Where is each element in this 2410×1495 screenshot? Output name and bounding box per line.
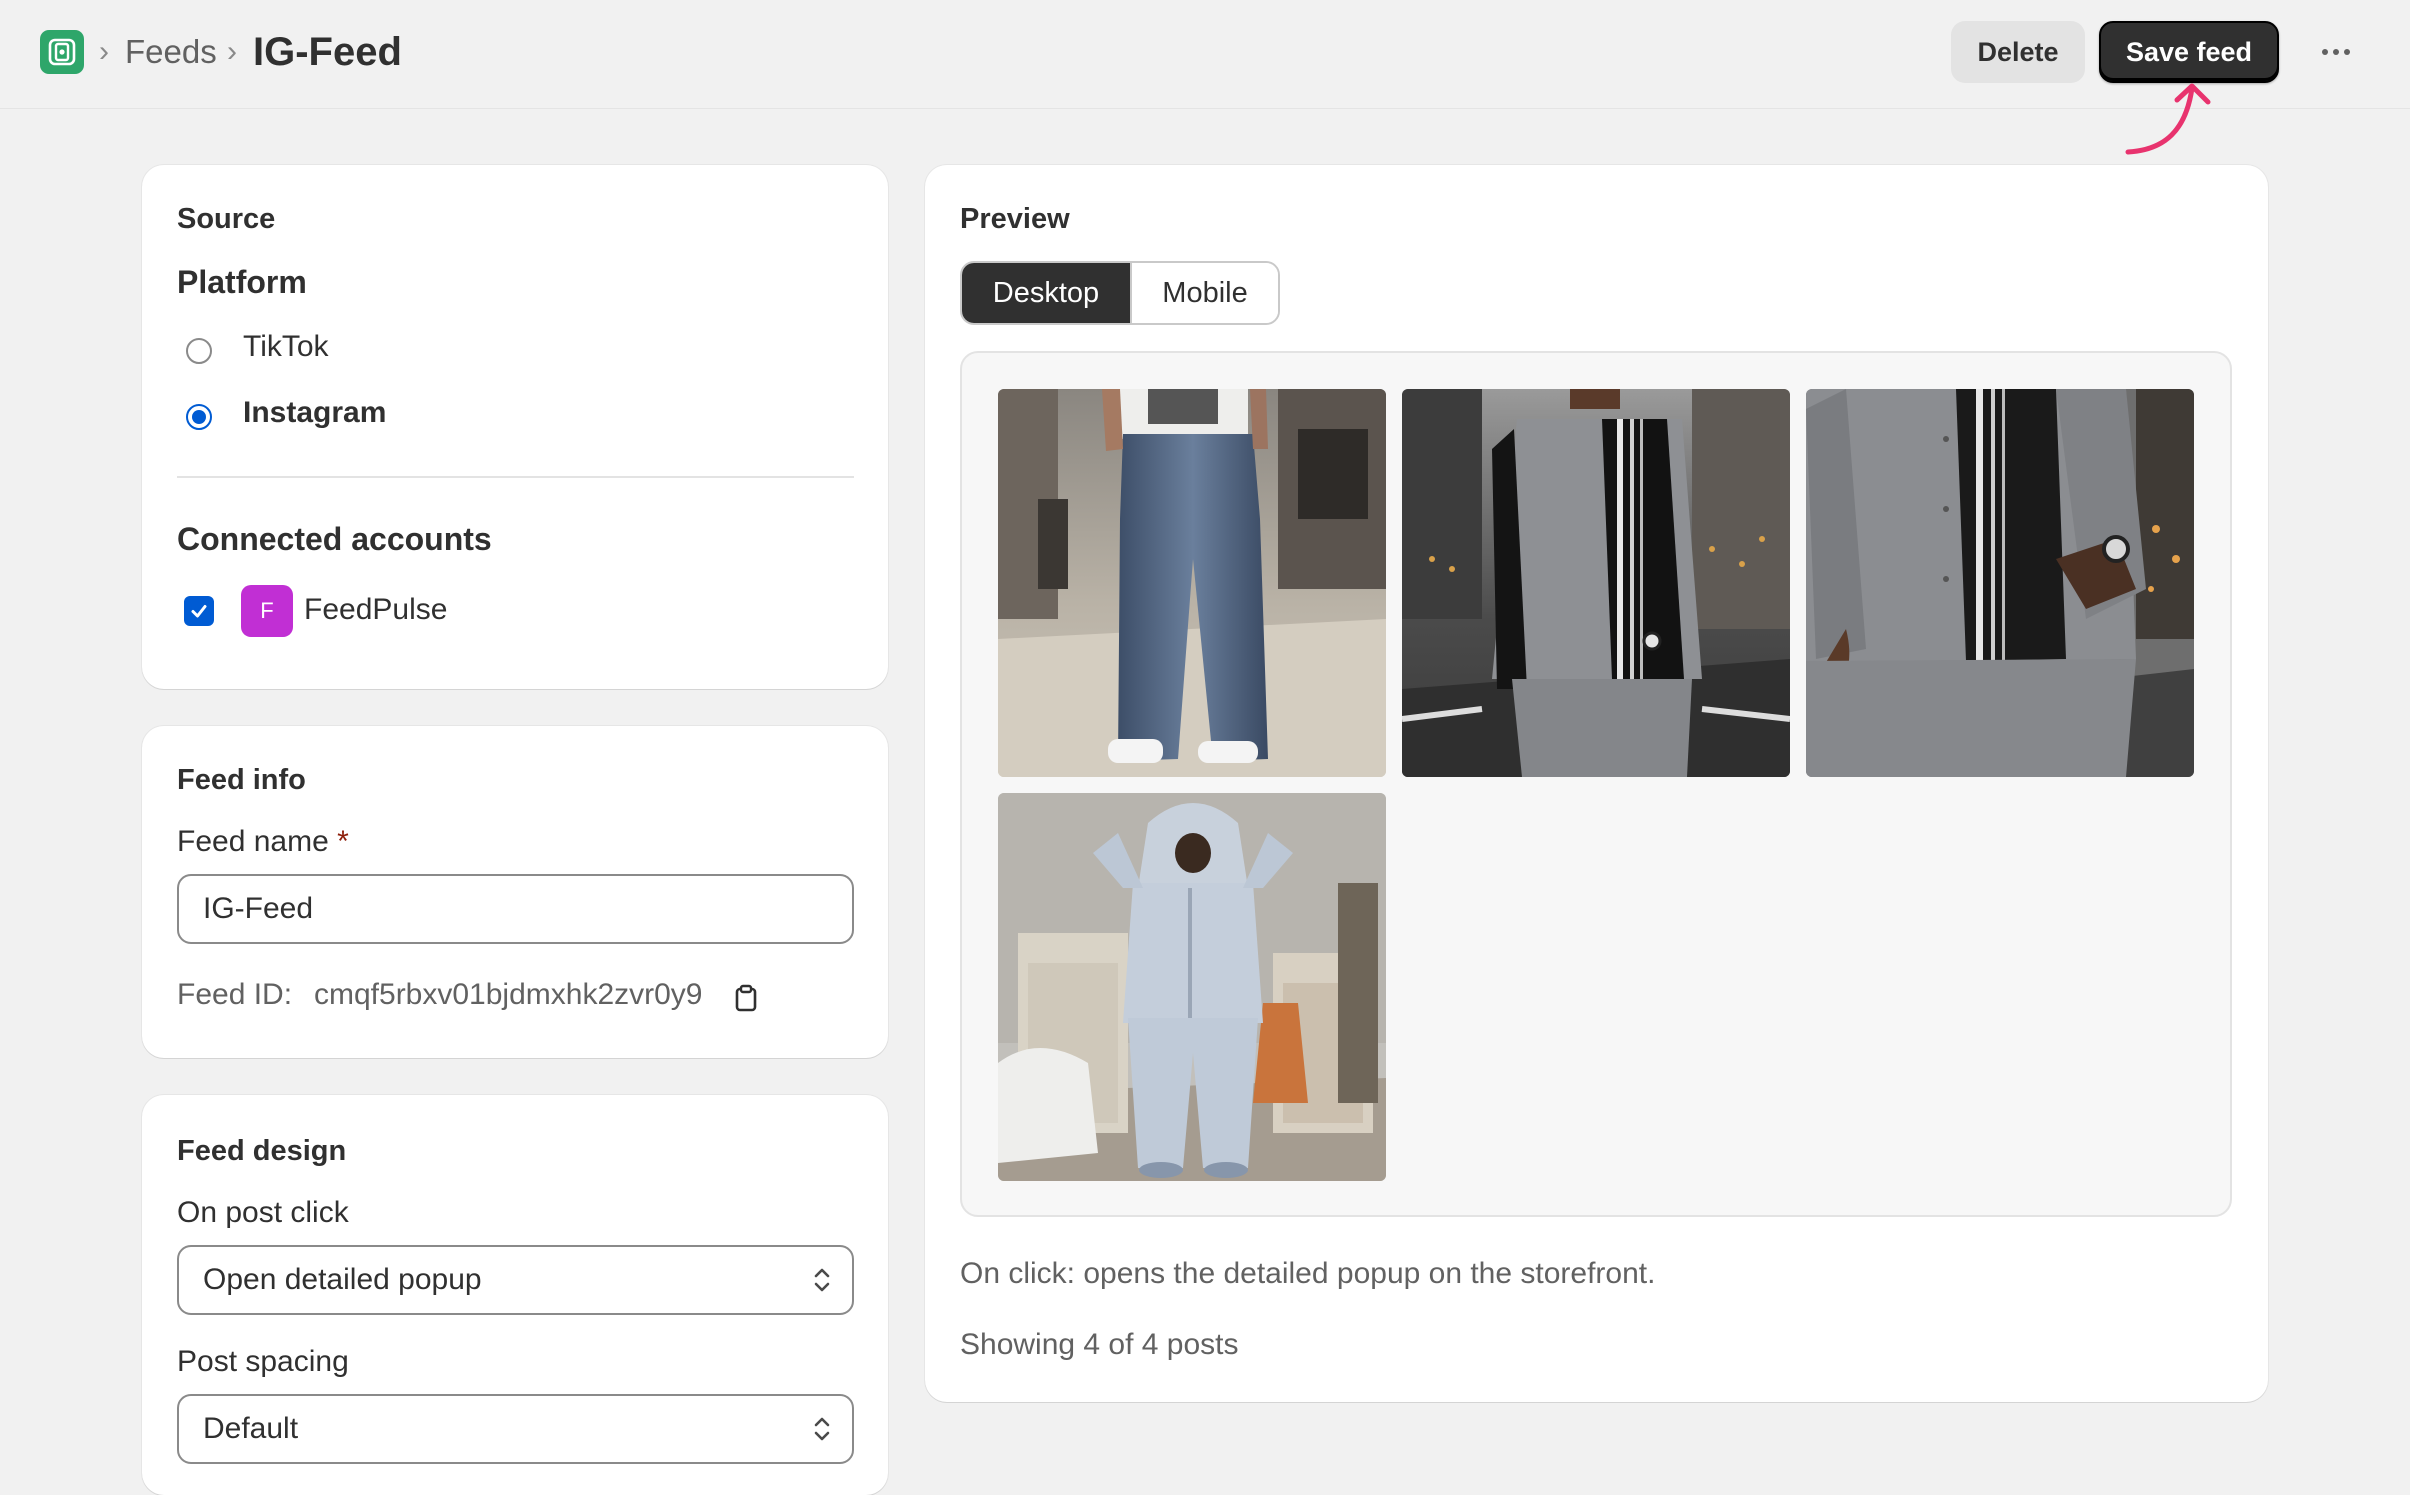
app-logo-icon[interactable] — [40, 30, 84, 74]
feed-name-label: Feed name * — [177, 825, 349, 859]
post-tile[interactable] — [1402, 389, 1790, 777]
radio-option-tiktok[interactable]: TikTok — [186, 330, 486, 370]
post-count-text: Showing 4 of 4 posts — [960, 1328, 1239, 1361]
feed-info-heading: Feed info — [177, 764, 306, 796]
post-image-baggy-jeans — [998, 389, 1386, 777]
page-title: IG-Feed — [253, 30, 402, 74]
post-image-grey-striped-shirt — [1402, 389, 1790, 777]
preview-grid — [960, 351, 2232, 1217]
source-heading: Source — [177, 203, 276, 235]
required-marker: * — [337, 825, 349, 858]
breadcrumb-chevron-icon: › — [227, 35, 237, 68]
radio-label-instagram: Instagram — [243, 396, 387, 429]
click-behavior-note: On click: opens the detailed popup on th… — [960, 1257, 1656, 1290]
feed-design-heading: Feed design — [177, 1135, 347, 1167]
preview-heading: Preview — [960, 203, 1070, 235]
account-avatar: F — [241, 585, 293, 637]
post-spacing-value: Default — [203, 1412, 299, 1445]
post-tile[interactable] — [1806, 389, 2194, 777]
more-actions-button[interactable] — [2314, 30, 2358, 74]
ellipsis-dot — [2344, 49, 2350, 55]
feed-design-card: Feed design On post click Open detailed … — [142, 1095, 888, 1495]
save-feed-button[interactable]: Save feed — [2099, 21, 2279, 83]
feed-name-input[interactable] — [177, 874, 854, 944]
post-spacing-label: Post spacing — [177, 1345, 349, 1378]
breadcrumb-feeds-link[interactable]: Feeds — [125, 32, 217, 72]
connected-accounts-heading: Connected accounts — [177, 521, 492, 557]
ellipsis-dot — [2333, 49, 2339, 55]
on-post-click-label: On post click — [177, 1196, 349, 1229]
account-row-feedpulse[interactable]: F FeedPulse — [184, 583, 584, 639]
tab-desktop[interactable]: Desktop — [962, 263, 1130, 323]
breadcrumb-chevron-icon: › — [99, 35, 109, 68]
annotation-arrow-icon — [2125, 83, 2211, 155]
check-icon — [191, 605, 207, 618]
account-name: FeedPulse — [304, 593, 448, 626]
feed-name-label-text: Feed name — [177, 825, 329, 858]
ellipsis-horizontal-icon — [2322, 49, 2328, 55]
select-chevron-icon — [814, 1268, 830, 1292]
account-checkbox[interactable] — [184, 596, 214, 626]
device-toggle: Desktop Mobile — [960, 261, 1280, 325]
preview-card: Preview Desktop Mobile On click: opens t… — [925, 165, 2268, 1402]
radio-instagram[interactable] — [186, 404, 212, 430]
on-post-click-select[interactable]: Open detailed popup — [177, 1245, 854, 1315]
radio-tiktok[interactable] — [186, 338, 212, 364]
source-card: Source Platform TikTok Instagram Connect… — [142, 165, 888, 689]
radio-option-instagram[interactable]: Instagram — [186, 396, 486, 436]
copy-icon[interactable] — [734, 984, 758, 1017]
radio-label-tiktok: TikTok — [243, 330, 329, 363]
feed-info-card: Feed info Feed name * Feed ID: cmqf5rbxv… — [142, 726, 888, 1058]
feed-id-label: Feed ID: — [177, 978, 293, 1011]
on-post-click-value: Open detailed popup — [203, 1263, 482, 1296]
post-image-grey-tracksuit — [998, 793, 1386, 1181]
feed-id-value: cmqf5rbxv01bjdmxhk2zvr0y9 — [314, 978, 703, 1011]
select-chevron-icon — [814, 1417, 830, 1441]
post-spacing-select[interactable]: Default — [177, 1394, 854, 1464]
post-tile[interactable] — [998, 389, 1386, 777]
top-bar: › Feeds › IG-Feed Delete Save feed — [0, 0, 2410, 109]
platform-heading: Platform — [177, 264, 307, 300]
divider — [177, 476, 854, 478]
post-tile[interactable] — [998, 793, 1386, 1181]
post-image-grey-shirt-closeup — [1806, 389, 2194, 777]
tab-mobile[interactable]: Mobile — [1130, 263, 1278, 323]
delete-button[interactable]: Delete — [1951, 21, 2085, 83]
